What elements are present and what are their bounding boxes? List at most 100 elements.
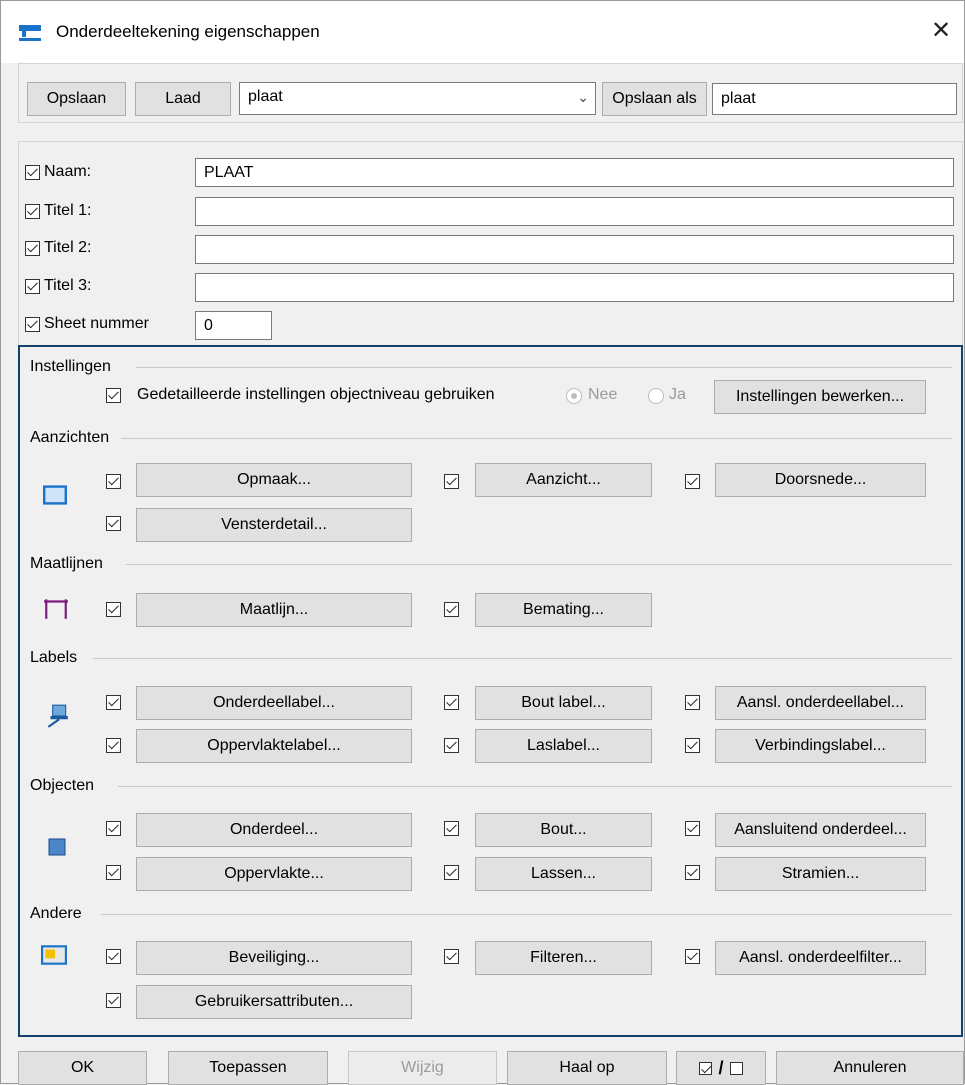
verbindingslabel-button[interactable]: Verbindingslabel...: [715, 729, 926, 763]
save-as-input[interactable]: plaat: [712, 83, 957, 115]
bemating-checkbox[interactable]: [444, 602, 459, 617]
bout-checkbox[interactable]: [444, 821, 459, 836]
other-icon: [41, 945, 67, 965]
filteren-button[interactable]: Filteren...: [475, 941, 652, 975]
stramien-button[interactable]: Stramien...: [715, 857, 926, 891]
onderdeel-checkbox[interactable]: [106, 821, 121, 836]
name-field[interactable]: PLAAT: [195, 158, 954, 187]
close-icon[interactable]: ✕: [926, 16, 956, 46]
name-label: Naam:: [44, 163, 92, 180]
laslabel-button[interactable]: Laslabel...: [475, 729, 652, 763]
label-icon: [47, 704, 68, 728]
instellingen-title: Instellingen: [30, 358, 117, 376]
doorsnede-checkbox[interactable]: [685, 474, 700, 489]
cancel-button[interactable]: Annuleren: [776, 1051, 964, 1085]
labels-title: Labels: [30, 649, 84, 667]
title2-field[interactable]: [195, 235, 954, 264]
app-icon: [19, 25, 41, 41]
maatlijn-checkbox[interactable]: [106, 602, 121, 617]
divider: [121, 438, 952, 439]
load-button[interactable]: Laad: [135, 82, 231, 116]
modify-button[interactable]: Wijzig: [348, 1051, 497, 1085]
aanzicht-checkbox[interactable]: [444, 474, 459, 489]
divider: [118, 786, 952, 787]
chevron-down-icon: ⌄: [577, 89, 589, 105]
divider: [136, 367, 952, 368]
fetch-button[interactable]: Haal op: [507, 1051, 667, 1085]
divider: [93, 658, 952, 659]
onderdeellabel-checkbox[interactable]: [106, 695, 121, 710]
part-icon: [48, 838, 66, 856]
aansl-onderdeellabel-button[interactable]: Aansl. onderdeellabel...: [715, 686, 926, 720]
lassen-button[interactable]: Lassen...: [475, 857, 652, 891]
bemating-button[interactable]: Bemating...: [475, 593, 652, 627]
onderdeel-button[interactable]: Onderdeel...: [136, 813, 412, 847]
bout-label-button[interactable]: Bout label...: [475, 686, 652, 720]
view-icon: [43, 485, 67, 505]
gebruikersattributen-checkbox[interactable]: [106, 993, 121, 1008]
oppervlakte-checkbox[interactable]: [106, 865, 121, 880]
objecten-title: Objecten: [30, 777, 101, 795]
title3-label: Titel 3:: [44, 277, 92, 294]
opmaak-checkbox[interactable]: [106, 474, 121, 489]
apply-button[interactable]: Toepassen: [168, 1051, 328, 1085]
verbindingslabel-checkbox[interactable]: [685, 738, 700, 753]
beveiliging-button[interactable]: Beveiliging...: [136, 941, 412, 975]
preset-select[interactable]: plaat ⌄: [239, 82, 596, 115]
preset-select-value: plaat: [248, 88, 283, 105]
stramien-checkbox[interactable]: [685, 865, 700, 880]
title1-label: Titel 1:: [44, 202, 92, 219]
sheet-number-field[interactable]: 0: [195, 311, 272, 340]
oppervlakte-button[interactable]: Oppervlakte...: [136, 857, 412, 891]
radio-nee[interactable]: [566, 388, 582, 404]
save-as-button[interactable]: Opslaan als: [602, 82, 707, 116]
aansluitend-onderdeel-button[interactable]: Aansluitend onderdeel...: [715, 813, 926, 847]
radio-ja[interactable]: [648, 388, 664, 404]
maatlijn-button[interactable]: Maatlijn...: [136, 593, 412, 627]
title3-field[interactable]: [195, 273, 954, 302]
radio-nee-label: Nee: [588, 386, 618, 403]
divider: [101, 914, 952, 915]
aansl-onderdeellabel-checkbox[interactable]: [685, 695, 700, 710]
dimension-icon: [44, 599, 68, 619]
aanzicht-button[interactable]: Aanzicht...: [475, 463, 652, 497]
check-all-icon: [699, 1061, 713, 1075]
onderdeellabel-button[interactable]: Onderdeellabel...: [136, 686, 412, 720]
detailed-settings-checkbox[interactable]: [106, 388, 121, 403]
aansl-onderdeelfilter-button[interactable]: Aansl. onderdeelfilter...: [715, 941, 926, 975]
ok-button[interactable]: OK: [18, 1051, 147, 1085]
save-button[interactable]: Opslaan: [27, 82, 126, 116]
oppervlaktelabel-checkbox[interactable]: [106, 738, 121, 753]
title-bar: Onderdeeltekening eigenschappen ✕: [1, 1, 964, 63]
gebruikersattributen-button[interactable]: Gebruikersattributen...: [136, 985, 412, 1019]
aanzichten-title: Aanzichten: [30, 429, 116, 447]
sheet-number-checkbox[interactable]: [25, 317, 40, 332]
doorsnede-button[interactable]: Doorsnede...: [715, 463, 926, 497]
vensterdetail-button[interactable]: Vensterdetail...: [136, 508, 412, 542]
title1-checkbox[interactable]: [25, 204, 40, 219]
vensterdetail-checkbox[interactable]: [106, 516, 121, 531]
title2-checkbox[interactable]: [25, 241, 40, 256]
beveiliging-checkbox[interactable]: [106, 949, 121, 964]
oppervlaktelabel-button[interactable]: Oppervlaktelabel...: [136, 729, 412, 763]
bout-label-checkbox[interactable]: [444, 695, 459, 710]
title1-field[interactable]: [195, 197, 954, 226]
lassen-checkbox[interactable]: [444, 865, 459, 880]
edit-settings-button[interactable]: Instellingen bewerken...: [714, 380, 926, 414]
name-checkbox[interactable]: [25, 165, 40, 180]
dialog-window: Onderdeeltekening eigenschappen ✕ Opslaa…: [0, 0, 965, 1085]
maatlijnen-title: Maatlijnen: [30, 555, 109, 573]
aansl-onderdeelfilter-checkbox[interactable]: [685, 949, 700, 964]
filteren-checkbox[interactable]: [444, 949, 459, 964]
radio-ja-label: Ja: [669, 386, 686, 403]
uncheck-all-icon: [729, 1061, 743, 1075]
toggle-all-button[interactable]: /: [676, 1051, 766, 1085]
toggle-separator: /: [718, 1058, 724, 1078]
andere-title: Andere: [30, 905, 88, 923]
bout-button[interactable]: Bout...: [475, 813, 652, 847]
title3-checkbox[interactable]: [25, 279, 40, 294]
laslabel-checkbox[interactable]: [444, 738, 459, 753]
aansluitend-onderdeel-checkbox[interactable]: [685, 821, 700, 836]
title2-label: Titel 2:: [44, 239, 92, 256]
opmaak-button[interactable]: Opmaak...: [136, 463, 412, 497]
